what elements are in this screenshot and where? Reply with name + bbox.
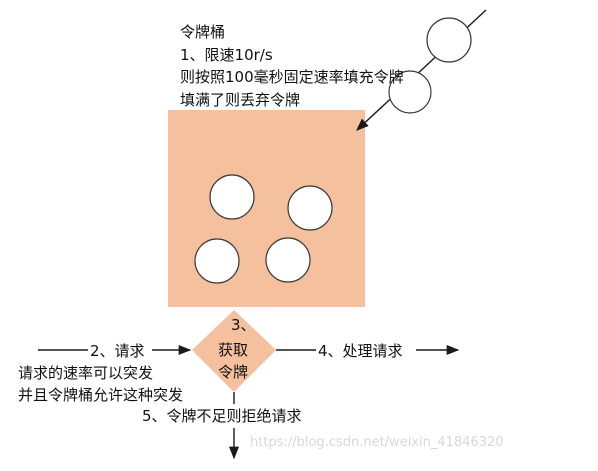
decision-line2: 获取 — [218, 341, 248, 359]
reject-label: 5、令牌不足则拒绝请求 — [142, 407, 302, 425]
bucket-rule-line3: 填满了则丢弃令牌 — [180, 91, 300, 109]
watermark: https://blog.csdn.net/weixin_41846320 — [250, 435, 504, 450]
token-inside — [287, 185, 333, 231]
request-label: 2、请求 — [90, 342, 145, 360]
decision-line3: 令牌 — [218, 363, 248, 381]
token-inside — [265, 237, 311, 283]
decision-line1: 3、 — [231, 316, 256, 334]
token-inside — [194, 238, 240, 284]
token-inside — [209, 174, 255, 220]
bucket-title: 令牌桶 — [180, 23, 225, 41]
token-falling — [426, 17, 472, 63]
bucket-rule-line2: 则按照100毫秒固定速率填充令牌 — [180, 68, 404, 86]
request-note-line2: 并且令牌桶允许这种突发 — [18, 386, 183, 404]
process-label: 4、处理请求 — [318, 342, 403, 360]
request-note-line1: 请求的速率可以突发 — [18, 364, 153, 382]
token-bucket-diagram: 令牌桶 1、限速10r/s 则按照100毫秒固定速率填充令牌 填满了则丢弃令牌 … — [18, 9, 504, 460]
bucket-box — [168, 110, 365, 307]
bucket-rule-line1: 1、限速10r/s — [180, 46, 273, 64]
